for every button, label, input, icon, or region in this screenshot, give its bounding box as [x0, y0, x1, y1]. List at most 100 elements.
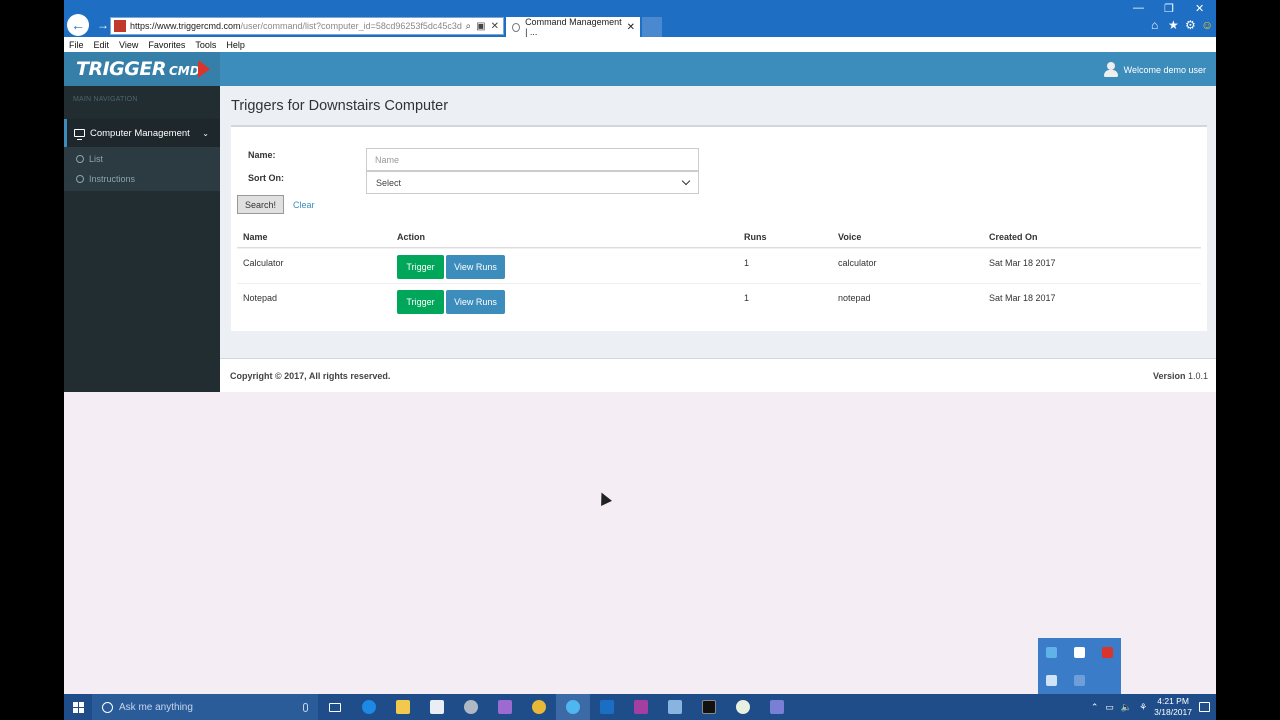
trigger-created-on: Sat Mar 18 2017	[989, 258, 1056, 268]
trigger-runs: 1	[744, 258, 750, 268]
shield-icon[interactable]	[1073, 646, 1085, 658]
search-icon[interactable]: ⌕	[466, 21, 472, 32]
view-runs-button[interactable]: View Runs	[446, 255, 505, 279]
trigger-button[interactable]: Trigger	[397, 255, 444, 279]
store-icon[interactable]	[420, 694, 454, 720]
tray-app-icon[interactable]	[1046, 646, 1058, 658]
stop-icon[interactable]: ✕	[491, 21, 499, 32]
settings-gear-icon[interactable]: ⚙	[1185, 18, 1196, 32]
clock[interactable]: 4:21 PM 3/18/2017	[1154, 696, 1192, 718]
logo-arrow-icon	[197, 60, 210, 78]
system-tray: ⌃ ▭ 🔈 ⚘ 4:21 PM 3/18/2017	[1091, 694, 1216, 720]
chevron-up-icon[interactable]: ⌃	[1091, 702, 1099, 713]
clear-link[interactable]: Clear	[293, 200, 315, 210]
clock-date: 3/18/2017	[1154, 707, 1192, 717]
home-icon[interactable]: ⌂	[1151, 18, 1158, 32]
app-icon[interactable]	[760, 694, 794, 720]
sidebar-item-instructions[interactable]: Instructions	[64, 169, 220, 189]
user-avatar-icon	[1103, 62, 1118, 77]
menu-edit[interactable]: Edit	[89, 40, 115, 50]
circle-icon	[76, 175, 84, 183]
menu-tools[interactable]: Tools	[190, 40, 221, 50]
sidebar-submenu: List Instructions	[64, 147, 220, 191]
tray-overflow-flyout	[1038, 638, 1121, 694]
task-view-button[interactable]	[318, 694, 352, 720]
page-title: Triggers for Downstairs Computer	[231, 98, 449, 114]
cloud-icon[interactable]	[1046, 674, 1058, 686]
version-number: 1.0.1	[1187, 371, 1208, 381]
new-tab-button[interactable]	[642, 17, 662, 37]
column-header-name: Name	[243, 232, 268, 242]
tab-title: Command Management | ...	[525, 17, 622, 37]
minimize-icon[interactable]: —	[1133, 2, 1144, 14]
menu-help[interactable]: Help	[221, 40, 250, 50]
close-tab-icon[interactable]: ✕	[627, 22, 640, 33]
trigger-runs: 1	[744, 293, 750, 303]
back-button[interactable]: ←	[67, 14, 89, 36]
sidebar-item-computer-management[interactable]: Computer Management ⌄	[64, 119, 220, 147]
triggers-box: Name: Sort On: Select Search! Clear Name…	[231, 125, 1207, 331]
name-input[interactable]	[366, 148, 699, 171]
calculator-icon[interactable]	[488, 694, 522, 720]
tab-command-management[interactable]: Command Management | ... ✕	[506, 17, 640, 37]
trigger-voice: calculator	[838, 258, 877, 268]
logo-subtext: CMD	[168, 64, 200, 78]
trigger-created-on: Sat Mar 18 2017	[989, 293, 1056, 303]
sidebar-item-list[interactable]: List	[64, 149, 220, 169]
volume-icon[interactable]: 🔈	[1121, 702, 1132, 713]
menu-view[interactable]: View	[114, 40, 143, 50]
circle-icon	[76, 155, 84, 163]
address-bar[interactable]: https://www.triggercmd.com/user/command/…	[110, 17, 504, 35]
action-center-icon[interactable]	[1199, 702, 1210, 712]
app-icon[interactable]	[726, 694, 760, 720]
network-icon[interactable]: ▭	[1105, 702, 1114, 713]
cortana-icon	[102, 701, 113, 713]
app-icon[interactable]	[454, 694, 488, 720]
user-menu[interactable]: Welcome demo user	[1103, 62, 1206, 77]
notes-icon[interactable]	[658, 694, 692, 720]
clock-time: 4:21 PM	[1157, 696, 1189, 706]
app-header: TRIGGER CMD Welcome demo user	[64, 52, 1216, 86]
command-prompt-icon[interactable]	[692, 694, 726, 720]
menu-file[interactable]: File	[64, 40, 89, 50]
table-header-row: Name Action Runs Voice Created On	[237, 227, 1201, 248]
cortana-search-box[interactable]: Ask me anything	[92, 694, 318, 720]
internet-explorer-icon[interactable]	[556, 694, 590, 720]
close-window-icon[interactable]: ✕	[1195, 2, 1204, 15]
sort-label: Sort On:	[248, 173, 284, 183]
site-favicon-icon	[114, 20, 126, 32]
cortana-placeholder: Ask me anything	[119, 701, 193, 713]
search-button[interactable]: Search!	[237, 195, 284, 214]
address-url: https://www.triggercmd.com/user/command/…	[130, 21, 462, 31]
column-header-action: Action	[397, 232, 425, 242]
chrome-icon[interactable]	[522, 694, 556, 720]
sidebar: MAIN NAVIGATION Computer Management ⌄ Li…	[64, 86, 220, 392]
browser-window: ← → https://www.triggercmd.com/user/comm…	[64, 0, 1216, 720]
url-path: /user/command/list?computer_id=58cd96253…	[240, 21, 462, 31]
column-header-voice: Voice	[838, 232, 862, 242]
outlook-icon[interactable]	[590, 694, 624, 720]
version-text: Version 1.0.1	[1153, 371, 1208, 381]
page-footer: Copyright © 2017, All rights reserved. V…	[220, 358, 1216, 392]
sort-select[interactable]: Select	[366, 171, 699, 194]
edge-browser-icon[interactable]	[352, 694, 386, 720]
trigger-button[interactable]: Trigger	[397, 290, 444, 314]
view-runs-button[interactable]: View Runs	[446, 290, 505, 314]
triggercmd-logo[interactable]: TRIGGER CMD	[64, 52, 220, 86]
lock-icon[interactable]: ▣	[476, 21, 485, 32]
restore-icon[interactable]: ❐	[1164, 2, 1174, 15]
triggercmd-tray-icon[interactable]	[1101, 646, 1113, 658]
chevron-down-icon: ⌄	[202, 128, 209, 138]
onenote-icon[interactable]	[624, 694, 658, 720]
microphone-icon[interactable]	[303, 702, 308, 712]
start-button[interactable]	[64, 694, 92, 720]
language-icon[interactable]: ⚘	[1139, 702, 1147, 713]
version-label: Version	[1152, 371, 1186, 381]
column-header-runs: Runs	[744, 232, 767, 242]
trigger-name: Notepad	[243, 293, 278, 303]
tray-app-icon[interactable]	[1073, 674, 1085, 686]
smiley-feedback-icon[interactable]: ☺	[1201, 18, 1213, 32]
file-explorer-icon[interactable]	[386, 694, 420, 720]
menu-favorites[interactable]: Favorites	[143, 40, 190, 50]
favorites-star-icon[interactable]: ★	[1168, 18, 1179, 32]
